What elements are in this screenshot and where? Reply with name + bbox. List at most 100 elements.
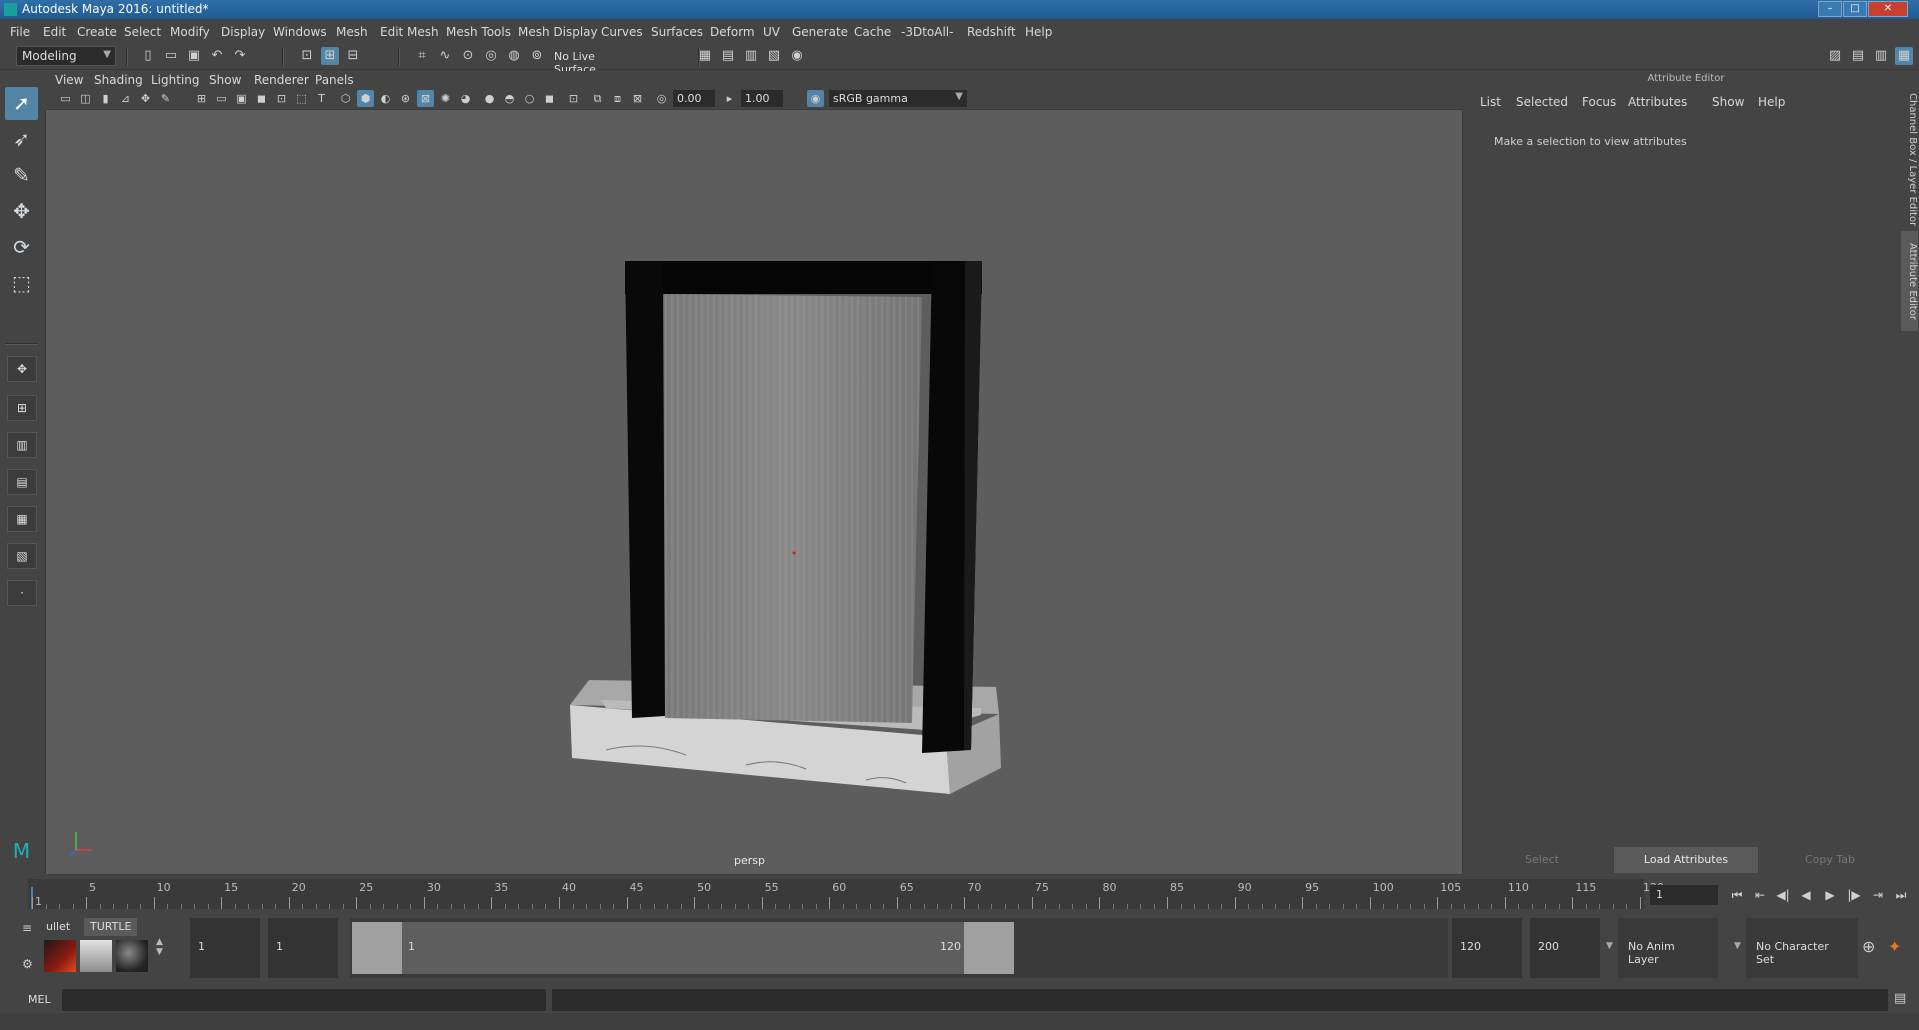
lasso-tool-icon[interactable]: ➶ bbox=[5, 123, 38, 156]
shelf-settings-icon[interactable]: ⚙ bbox=[22, 957, 33, 971]
maximize-button[interactable]: □ bbox=[1843, 1, 1867, 17]
live-surface-field[interactable]: No Live Surface bbox=[548, 47, 646, 76]
resolution-gate-icon[interactable]: ▣ bbox=[233, 90, 250, 107]
step-back-key-icon[interactable]: ⇤ bbox=[1750, 885, 1770, 905]
menu-edit-mesh[interactable]: Edit Mesh bbox=[380, 25, 439, 39]
render-settings-icon[interactable]: ▧ bbox=[765, 47, 783, 65]
menu-windows[interactable]: Windows bbox=[273, 25, 327, 39]
chevron-down-icon[interactable]: ▼ bbox=[1734, 941, 1741, 951]
select-camera-icon[interactable]: ▭ bbox=[57, 90, 74, 107]
menu-3dtoall[interactable]: -3DtoAll- bbox=[901, 25, 953, 39]
new-scene-icon[interactable]: ▯ bbox=[139, 47, 157, 65]
time-slider[interactable]: 1 5 10 15 20 25 30 35 40 45 50 55 60 65 70 75 80 85 90 95 10… bbox=[0, 877, 1919, 913]
screen-space-ao-icon[interactable]: ● bbox=[481, 90, 498, 107]
panel-menu-renderer[interactable]: Renderer bbox=[254, 73, 309, 87]
gamma-icon[interactable]: ▸ bbox=[721, 90, 738, 107]
paint-select-tool-icon[interactable]: ✎ bbox=[5, 159, 38, 192]
mel-label[interactable]: MEL bbox=[28, 993, 51, 1006]
shadows-icon[interactable]: ◕ bbox=[457, 90, 474, 107]
panel-menu-show[interactable]: Show bbox=[209, 73, 241, 87]
menu-mesh-display[interactable]: Mesh Display bbox=[518, 25, 598, 39]
two-d-pan-zoom-icon[interactable]: ✥ bbox=[137, 90, 154, 107]
exposure-field[interactable]: 0.00 bbox=[673, 90, 715, 107]
range-end-field[interactable]: 200 bbox=[1530, 918, 1600, 978]
persp-viewport[interactable]: persp bbox=[45, 109, 1463, 875]
script-editor-icon[interactable]: ▤ bbox=[1894, 991, 1906, 1006]
ipr-render-icon[interactable]: ▥ bbox=[742, 47, 760, 65]
shelf-menu-icon[interactable]: ≡ bbox=[22, 921, 32, 935]
open-scene-icon[interactable]: ▭ bbox=[162, 47, 180, 65]
rotate-tool-icon[interactable]: ⟳ bbox=[5, 231, 38, 264]
ae-menu-attributes[interactable]: Attributes bbox=[1628, 95, 1687, 109]
image-plane-icon[interactable]: ⊿ bbox=[117, 90, 134, 107]
redo-icon[interactable]: ↷ bbox=[231, 47, 249, 65]
gamma-field[interactable]: 1.00 bbox=[741, 90, 783, 107]
play-forwards-icon[interactable]: ▶ bbox=[1820, 885, 1840, 905]
gate-mask-icon[interactable]: ◼ bbox=[253, 90, 270, 107]
menu-select[interactable]: Select bbox=[124, 25, 161, 39]
select-tool-icon[interactable]: ➚ bbox=[5, 87, 38, 120]
persp-hypershade-layout-icon[interactable]: ▦ bbox=[7, 506, 37, 532]
persp-uv-layout-icon[interactable]: ▧ bbox=[7, 543, 37, 569]
step-forward-frame-icon[interactable]: |▶ bbox=[1844, 885, 1864, 905]
shelf-tab-turtle[interactable]: TURTLE bbox=[84, 918, 138, 936]
turtle-render-icon[interactable] bbox=[44, 940, 76, 972]
command-input[interactable] bbox=[62, 989, 546, 1011]
wireframe-icon[interactable]: ⬡ bbox=[337, 90, 354, 107]
anim-layer-select[interactable]: No Anim Layer bbox=[1618, 918, 1718, 978]
motion-blur-icon[interactable]: ◓ bbox=[501, 90, 518, 107]
shelf-scroll-icon[interactable]: ▲ ▼ bbox=[156, 937, 163, 957]
playback-end-field[interactable]: 120 bbox=[1452, 918, 1522, 978]
snap-grid-icon[interactable]: ⌗ bbox=[413, 47, 431, 65]
persp-outliner-layout-icon[interactable]: ▥ bbox=[7, 432, 37, 458]
layout-options-icon[interactable]: · bbox=[7, 580, 37, 606]
go-to-start-icon[interactable]: ⏮ bbox=[1727, 885, 1747, 905]
textured-icon[interactable]: ⊠ bbox=[417, 90, 434, 107]
use-all-lights-icon[interactable]: ✺ bbox=[437, 90, 454, 107]
tab-attribute-editor[interactable]: Attribute Editor bbox=[1901, 231, 1918, 331]
menu-surfaces[interactable]: Surfaces bbox=[651, 25, 703, 39]
menu-display[interactable]: Display bbox=[221, 25, 265, 39]
film-gate-icon[interactable]: ▭ bbox=[213, 90, 230, 107]
character-set-select[interactable]: No Character Set bbox=[1746, 918, 1858, 978]
copy-tab-button[interactable]: Copy Tab bbox=[1760, 847, 1900, 873]
menu-cache[interactable]: Cache bbox=[854, 25, 891, 39]
smooth-shade-icon[interactable]: ⬢ bbox=[357, 90, 374, 107]
menu-mesh-tools[interactable]: Mesh Tools bbox=[446, 25, 511, 39]
scale-tool-icon[interactable]: ⬚ bbox=[5, 267, 38, 300]
tab-channel-box-layer-editor[interactable]: Channel Box / Layer Editor bbox=[1901, 85, 1918, 235]
time-ruler[interactable]: 1 5 10 15 20 25 30 35 40 45 50 55 60 65 70 75 80 85 90 95 10… bbox=[28, 879, 1664, 909]
snap-point-icon[interactable]: ⊙ bbox=[459, 47, 477, 65]
step-back-frame-icon[interactable]: ◀| bbox=[1773, 885, 1793, 905]
ae-menu-selected[interactable]: Selected bbox=[1516, 95, 1568, 109]
menu-file[interactable]: File bbox=[10, 25, 30, 39]
menu-mesh[interactable]: Mesh bbox=[336, 25, 368, 39]
anti-aliasing-icon[interactable]: ○ bbox=[521, 90, 538, 107]
menu-generate[interactable]: Generate bbox=[792, 25, 848, 39]
color-management-icon[interactable]: ◉ bbox=[807, 90, 824, 107]
snap-view-plane-icon[interactable]: ◎ bbox=[482, 47, 500, 65]
auto-key-icon[interactable]: ⊕ bbox=[1862, 937, 1875, 956]
range-slider[interactable]: 1 120 bbox=[350, 918, 1448, 978]
select-hierarchy-icon[interactable]: ⊡ bbox=[298, 47, 316, 65]
ae-menu-show[interactable]: Show bbox=[1712, 95, 1744, 109]
close-button[interactable]: ✕ bbox=[1868, 1, 1908, 17]
ae-select-button[interactable]: Select bbox=[1472, 847, 1612, 873]
snap-vertex-icon[interactable]: ⊚ bbox=[528, 47, 546, 65]
range-end-handle[interactable] bbox=[964, 922, 1014, 974]
safe-action-icon[interactable]: ⬚ bbox=[293, 90, 310, 107]
menu-create[interactable]: Create bbox=[77, 25, 117, 39]
undo-icon[interactable]: ↶ bbox=[208, 47, 226, 65]
menu-deform[interactable]: Deform bbox=[710, 25, 755, 39]
isolate-select-icon[interactable]: ⊡ bbox=[565, 90, 582, 107]
surface-transfer-icon[interactable] bbox=[116, 940, 148, 972]
step-forward-key-icon[interactable]: ⇥ bbox=[1868, 885, 1888, 905]
safe-title-icon[interactable]: T bbox=[313, 90, 330, 107]
render-view-icon[interactable]: ▦ bbox=[696, 47, 714, 65]
camera-attributes-icon[interactable]: ◫ bbox=[77, 90, 94, 107]
ae-menu-help[interactable]: Help bbox=[1758, 95, 1785, 109]
menu-curves[interactable]: Curves bbox=[601, 25, 643, 39]
hypershade-icon[interactable]: ◉ bbox=[788, 47, 806, 65]
menu-modify[interactable]: Modify bbox=[170, 25, 210, 39]
snap-surface-icon[interactable]: ◍ bbox=[505, 47, 523, 65]
